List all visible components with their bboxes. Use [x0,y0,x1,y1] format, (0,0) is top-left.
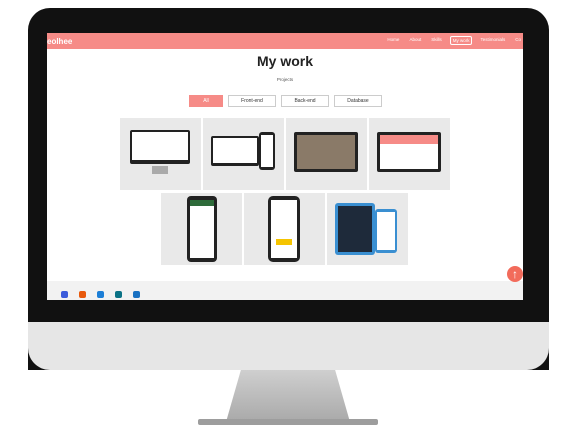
filter-front-end-button[interactable]: Front-end [228,95,276,107]
nav-item-my-work[interactable]: My work [449,36,473,45]
filter-database-button[interactable]: Database [334,95,382,107]
nav-item-contact[interactable]: Co [513,36,523,45]
app-icon[interactable] [115,291,122,298]
monitor-stand [226,370,350,422]
monitor-base [198,419,378,425]
arrow-up-icon: ↑ [512,267,518,281]
nav-item-skills[interactable]: Skills [429,36,444,45]
project-card[interactable] [327,193,408,265]
nav-item-about[interactable]: About [407,36,423,45]
app-icon[interactable] [97,291,104,298]
project-card[interactable] [286,118,367,190]
os-taskbar [47,281,523,300]
project-card[interactable] [244,193,325,265]
start-icon[interactable] [61,291,68,298]
nav-item-testimonials[interactable]: Testimonials [478,36,507,45]
filter-bar: All Front-end Back-end Database [189,95,382,107]
page-subtitle: Projects [276,77,294,82]
project-card[interactable] [161,193,242,265]
scroll-to-top-button[interactable]: ↑ [507,266,523,282]
navbar: eolhee Home About Skills My work Testimo… [47,33,523,49]
browser-screen: eolhee Home About Skills My work Testimo… [47,33,523,300]
page-title: My work [256,53,313,69]
filter-back-end-button[interactable]: Back-end [281,95,329,107]
project-card[interactable] [369,118,450,190]
brand-logo[interactable]: eolhee [47,37,72,46]
nav-menu: Home About Skills My work Testimonials C… [385,36,523,45]
project-card[interactable] [203,118,284,190]
project-card[interactable] [120,118,201,190]
app-icon[interactable] [79,291,86,298]
nav-item-home[interactable]: Home [385,36,401,45]
filter-all-button[interactable]: All [189,95,223,107]
app-icon[interactable] [133,291,140,298]
monitor-chin [28,322,549,370]
